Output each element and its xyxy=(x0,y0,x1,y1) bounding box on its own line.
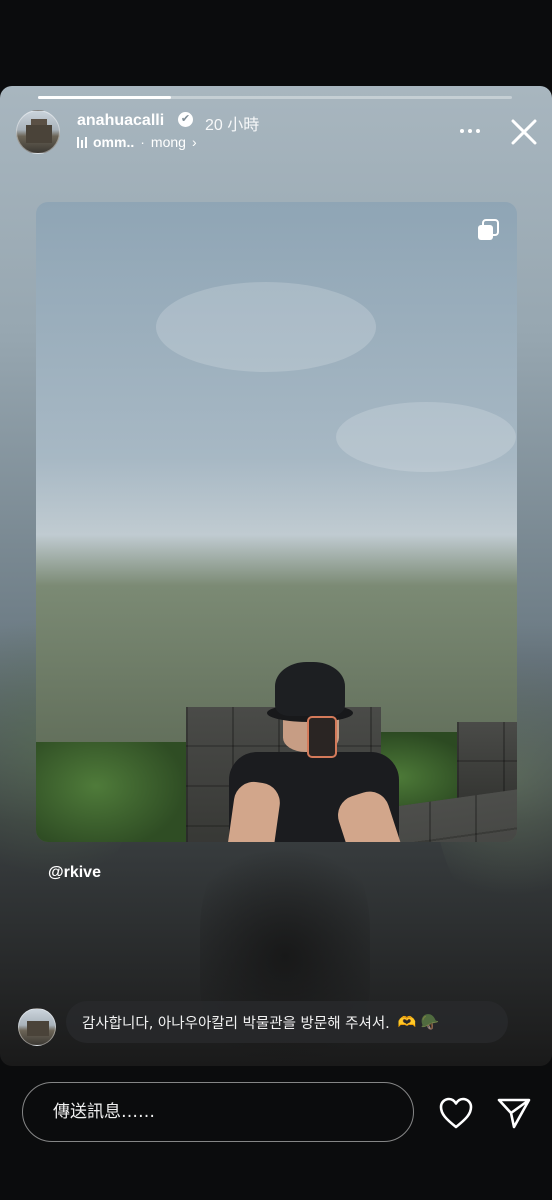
post-time: 20 小時 xyxy=(205,117,260,134)
profile-avatar[interactable] xyxy=(16,110,60,154)
send-icon xyxy=(497,1098,531,1129)
heart-icon xyxy=(439,1097,473,1129)
music-sticker[interactable]: omm.. · mong › xyxy=(77,134,197,150)
message-input[interactable] xyxy=(22,1082,414,1142)
close-button[interactable] xyxy=(508,116,540,148)
reply-avatar[interactable] xyxy=(18,1008,56,1046)
username[interactable]: anahuacalli xyxy=(77,112,164,130)
shared-post-photo[interactable] xyxy=(36,202,517,842)
music-artist: mong xyxy=(150,134,186,150)
music-track: omm.. xyxy=(93,134,135,150)
story-progress-bar xyxy=(38,96,512,99)
reply-text: 감사합니다, 아나우아칼리 박물관을 방문해 주셔서. xyxy=(82,1015,390,1032)
send-button[interactable] xyxy=(496,1096,532,1130)
person-figure xyxy=(221,662,414,842)
reply-bubble: 감사합니다, 아나우아칼리 박물관을 방문해 주셔서. 🫶 🪖 xyxy=(66,1001,508,1043)
mention-tag[interactable]: @rkive xyxy=(48,864,101,882)
multiple-photos-icon xyxy=(476,218,500,242)
music-separator: · xyxy=(140,134,145,150)
more-options-button[interactable] xyxy=(457,118,483,144)
reply-emoji: 🫶 🪖 xyxy=(397,1014,440,1031)
story-header: anahuacalli ✔ 20 小時 omm.. · mong › xyxy=(16,108,546,156)
close-icon xyxy=(511,119,537,145)
chevron-right-icon: › xyxy=(191,134,197,150)
bottom-bar xyxy=(0,1066,552,1200)
more-dots-icon xyxy=(460,129,464,133)
story-progress-fill xyxy=(38,96,171,99)
like-button[interactable] xyxy=(438,1096,474,1130)
music-bars-icon xyxy=(77,136,87,148)
verified-badge-icon: ✔ xyxy=(178,112,193,127)
